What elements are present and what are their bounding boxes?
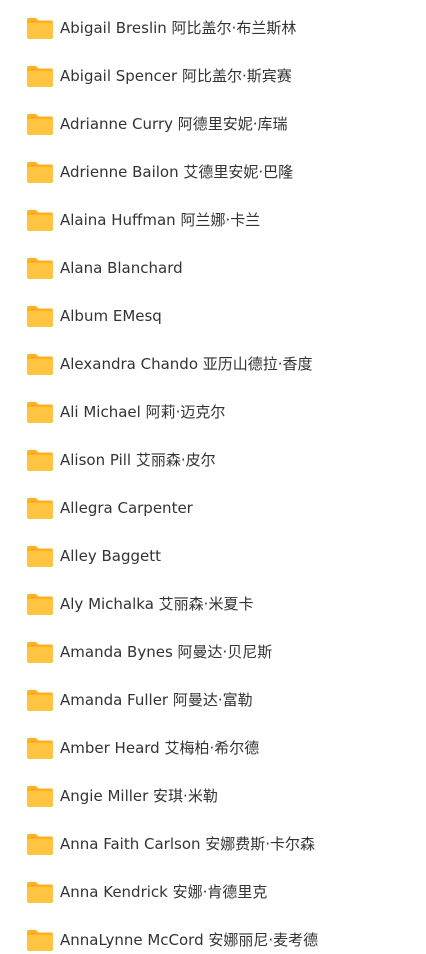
folder-item[interactable]: Amanda Fuller 阿曼达·富勒	[0, 676, 426, 724]
folder-icon	[26, 496, 54, 520]
folder-name: Allegra Carpenter	[60, 499, 193, 517]
folder-name: Angie Miller 安琪·米勒	[60, 787, 218, 805]
folder-name: Abigail Spencer 阿比盖尔·斯宾赛	[60, 67, 292, 85]
folder-item[interactable]: Alley Baggett	[0, 532, 426, 580]
folder-item[interactable]: AnnaLynne McCord 安娜丽尼·麦考德	[0, 916, 426, 954]
folder-list: Abigail Breslin 阿比盖尔·布兰斯林 Abigail Spencer…	[0, 0, 426, 954]
folder-item[interactable]: Adrianne Curry 阿德里安妮·库瑞	[0, 100, 426, 148]
folder-name: Amber Heard 艾梅柏·希尔德	[60, 739, 260, 757]
folder-icon	[26, 64, 54, 88]
folder-name: Abigail Breslin 阿比盖尔·布兰斯林	[60, 19, 297, 37]
folder-icon	[26, 304, 54, 328]
folder-icon	[26, 400, 54, 424]
folder-name: Alexandra Chando 亚历山德拉·香度	[60, 355, 313, 373]
folder-item[interactable]: Angie Miller 安琪·米勒	[0, 772, 426, 820]
folder-name: Anna Kendrick 安娜·肯德里克	[60, 883, 268, 901]
folder-icon	[26, 352, 54, 376]
folder-item[interactable]: Album EMesq	[0, 292, 426, 340]
folder-icon	[26, 640, 54, 664]
folder-icon	[26, 448, 54, 472]
folder-name: AnnaLynne McCord 安娜丽尼·麦考德	[60, 931, 319, 949]
folder-name: Alana Blanchard	[60, 259, 183, 277]
folder-icon	[26, 112, 54, 136]
folder-icon	[26, 208, 54, 232]
folder-name: Adrianne Curry 阿德里安妮·库瑞	[60, 115, 288, 133]
folder-name: Album EMesq	[60, 307, 162, 325]
folder-item[interactable]: Amanda Bynes 阿曼达·贝尼斯	[0, 628, 426, 676]
folder-item[interactable]: Abigail Spencer 阿比盖尔·斯宾赛	[0, 52, 426, 100]
folder-icon	[26, 928, 54, 952]
folder-item[interactable]: Amber Heard 艾梅柏·希尔德	[0, 724, 426, 772]
folder-item[interactable]: Alaina Huffman 阿兰娜·卡兰	[0, 196, 426, 244]
folder-item[interactable]: Ali Michael 阿莉·迈克尔	[0, 388, 426, 436]
folder-item[interactable]: Alison Pill 艾丽森·皮尔	[0, 436, 426, 484]
folder-name: Ali Michael 阿莉·迈克尔	[60, 403, 226, 421]
folder-item[interactable]: Abigail Breslin 阿比盖尔·布兰斯林	[0, 4, 426, 52]
folder-name: Amanda Bynes 阿曼达·贝尼斯	[60, 643, 273, 661]
folder-name: Alley Baggett	[60, 547, 161, 565]
folder-item[interactable]: Anna Kendrick 安娜·肯德里克	[0, 868, 426, 916]
folder-icon	[26, 688, 54, 712]
folder-icon	[26, 592, 54, 616]
folder-item[interactable]: Allegra Carpenter	[0, 484, 426, 532]
folder-item[interactable]: Alexandra Chando 亚历山德拉·香度	[0, 340, 426, 388]
folder-icon	[26, 16, 54, 40]
folder-name: Adrienne Bailon 艾德里安妮·巴隆	[60, 163, 294, 181]
folder-icon	[26, 736, 54, 760]
folder-icon	[26, 160, 54, 184]
folder-name: Alison Pill 艾丽森·皮尔	[60, 451, 216, 469]
folder-icon	[26, 784, 54, 808]
folder-icon	[26, 880, 54, 904]
folder-name: Anna Faith Carlson 安娜费斯·卡尔森	[60, 835, 316, 853]
folder-name: Alaina Huffman 阿兰娜·卡兰	[60, 211, 261, 229]
folder-icon	[26, 544, 54, 568]
folder-item[interactable]: Alana Blanchard	[0, 244, 426, 292]
folder-item[interactable]: Aly Michalka 艾丽森·米夏卡	[0, 580, 426, 628]
folder-item[interactable]: Anna Faith Carlson 安娜费斯·卡尔森	[0, 820, 426, 868]
folder-icon	[26, 832, 54, 856]
folder-name: Aly Michalka 艾丽森·米夏卡	[60, 595, 254, 613]
folder-item[interactable]: Adrienne Bailon 艾德里安妮·巴隆	[0, 148, 426, 196]
folder-name: Amanda Fuller 阿曼达·富勒	[60, 691, 253, 709]
folder-icon	[26, 256, 54, 280]
